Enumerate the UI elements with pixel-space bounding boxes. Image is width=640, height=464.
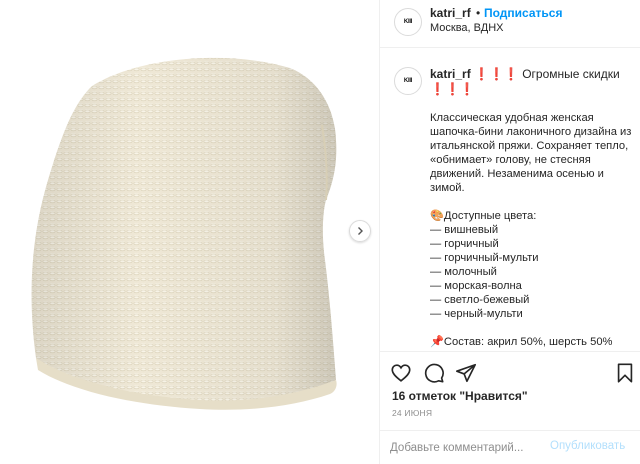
post-side-panel: KIII katri_rf • Подписаться Москва, ВДНХ… — [380, 0, 640, 464]
post-caption: KIII katri_rf ❗❗❗ Огромные скидки ❗❗❗ Кл… — [380, 49, 640, 351]
publish-button[interactable]: Опубликовать — [550, 440, 625, 452]
post-header: KIII katri_rf • Подписаться Москва, ВДНХ — [380, 0, 640, 48]
caption-headline-text: Огромные скидки — [518, 67, 620, 81]
caption-username-link[interactable]: katri_rf — [430, 67, 471, 81]
bookmark-icon[interactable] — [614, 362, 636, 384]
avatar-logo: KIII — [403, 19, 413, 25]
post-photo[interactable] — [0, 0, 379, 464]
next-photo-button[interactable] — [349, 220, 371, 242]
instagram-post: KIII katri_rf • Подписаться Москва, ВДНХ… — [0, 0, 640, 464]
separator-dot: • — [476, 6, 481, 20]
comment-bar: Опубликовать — [380, 430, 640, 464]
caption-avatar[interactable]: KIII — [394, 67, 422, 95]
caption-body: Классическая удобная женская шапочка-бин… — [430, 112, 632, 348]
caption-headline: katri_rf ❗❗❗ Огромные скидки ❗❗❗ — [430, 67, 635, 97]
post-actions: 16 отметок "Нравится" 24 ИЮНЯ Опубликова… — [380, 351, 640, 464]
beanie-hat-image — [31, 57, 337, 410]
post-date: 24 ИЮНЯ — [392, 408, 433, 418]
comment-icon[interactable] — [423, 362, 445, 384]
share-icon[interactable] — [455, 362, 477, 384]
avatar-logo: KIII — [403, 78, 413, 84]
comment-input[interactable] — [390, 439, 540, 457]
location-link[interactable]: Москва, ВДНХ — [430, 22, 504, 34]
heart-icon[interactable] — [390, 362, 412, 384]
username-link[interactable]: katri_rf — [430, 6, 471, 20]
avatar[interactable]: KIII — [394, 8, 422, 36]
exclamation-emoji: ❗❗❗ — [430, 82, 475, 96]
chevron-right-icon — [358, 227, 363, 235]
exclamation-emoji: ❗❗❗ — [474, 67, 519, 81]
likes-count[interactable]: 16 отметок "Нравится" — [392, 389, 528, 403]
follow-button[interactable]: Подписаться — [484, 6, 562, 20]
